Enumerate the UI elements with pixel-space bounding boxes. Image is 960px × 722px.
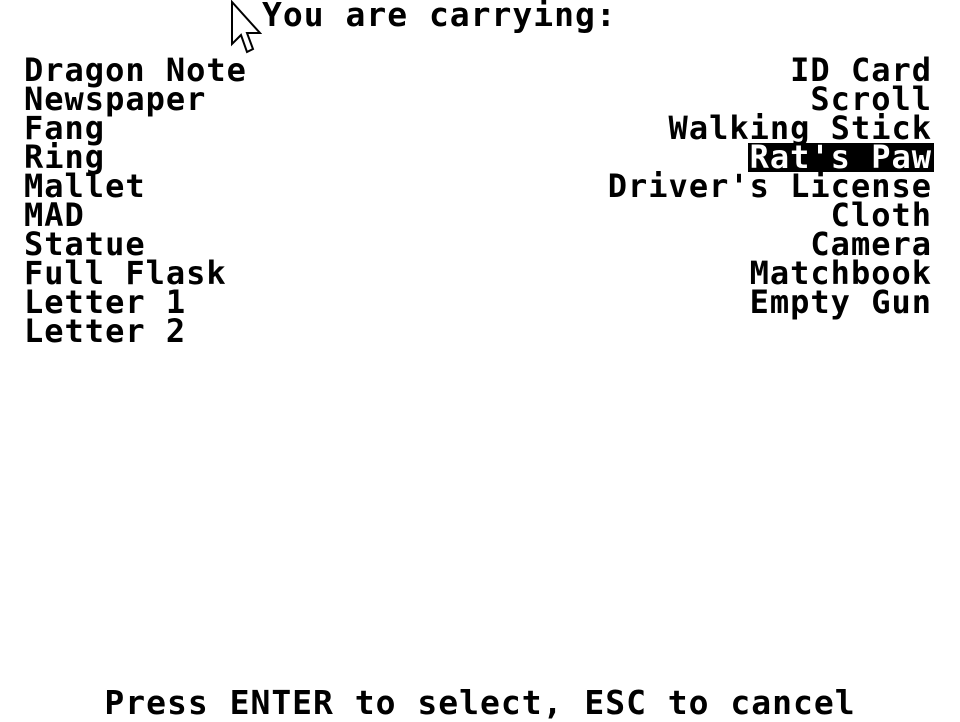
inventory-item[interactable]: Letter 2 bbox=[22, 315, 188, 347]
mouse-pointer-icon bbox=[231, 0, 262, 54]
footer-hint: Press ENTER to select, ESC to cancel bbox=[104, 683, 856, 722]
inventory-item[interactable]: Empty Gun bbox=[748, 286, 934, 318]
inventory-right-column: ID Card Scroll Walking Stick Rat's Paw D… bbox=[606, 54, 934, 318]
inventory-title: You are carrying: bbox=[262, 0, 617, 34]
inventory-left-column: Dragon Note Newspaper Fang Ring Mallet M… bbox=[22, 54, 249, 347]
